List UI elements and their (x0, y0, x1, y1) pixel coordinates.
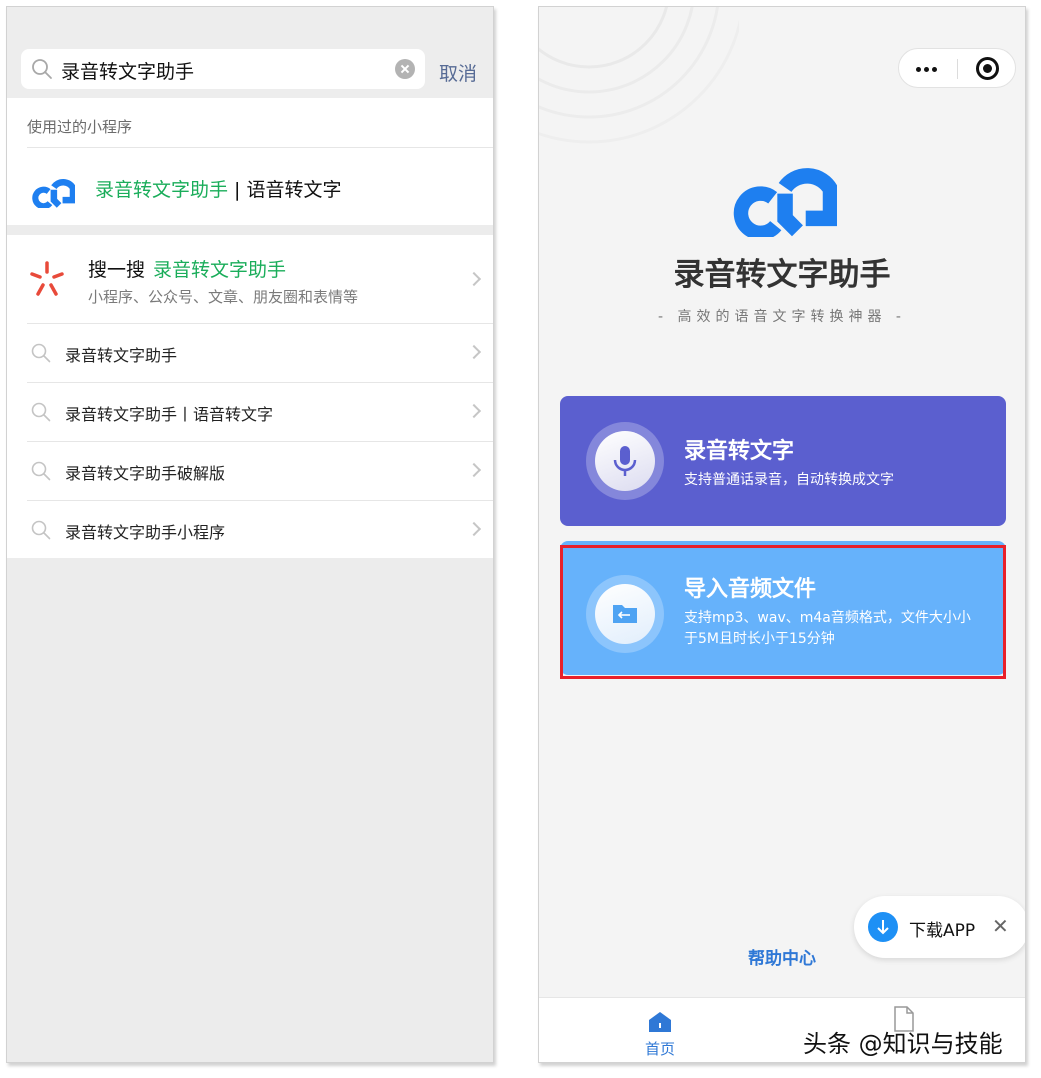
clear-icon[interactable] (395, 59, 415, 79)
microphone-icon (613, 446, 637, 476)
chevron-right-icon (466, 521, 482, 537)
suggestion-text: 录音转文字助手小程序 (65, 523, 226, 542)
souyisou-item[interactable]: 搜一搜 录音转文字助手 小程序、公众号、文章、朋友圈和表情等 (7, 235, 493, 323)
search-query-text: 录音转文字助手 (61, 61, 195, 83)
suggestion-item[interactable]: 录音转文字助手 (7, 323, 493, 382)
app-title: 录音转文字助手 (673, 257, 891, 293)
download-app-label: 下载APP (909, 921, 976, 941)
search-icon (31, 461, 51, 481)
suggestion-text: 录音转文字助手破解版 (65, 464, 226, 483)
used-section-header: 使用过的小程序 (27, 118, 133, 136)
mic-icon-circle (586, 422, 664, 500)
watermark-text: 头条 @知识与技能 (803, 1030, 1003, 1058)
mini-program-home-screen: 录音转文字助手 - 高效的语音文字转换神器 - 录音转文字 支持普通话录音，自动… (538, 6, 1026, 1063)
app-slogan: - 高效的语音文字转换神器 - (657, 309, 906, 325)
suggestion-item[interactable]: 录音转文字助手小程序 (7, 500, 493, 559)
souyisou-icon (30, 261, 64, 296)
divider (27, 323, 493, 324)
search-icon (32, 59, 52, 79)
help-center-link[interactable]: 帮助中心 (539, 944, 1025, 969)
search-results-section: 搜一搜 录音转文字助手 小程序、公众号、文章、朋友圈和表情等 录音转文字助手 录音… (7, 235, 493, 558)
mini-program-name-highlight: 录音转文字助手 (95, 179, 229, 201)
chevron-right-icon (466, 403, 482, 419)
search-icon (31, 520, 51, 540)
highlight-annotation-box (560, 545, 1006, 679)
souyisou-prefix: 搜一搜 (88, 259, 146, 281)
record-card-desc: 支持普通话录音，自动转换成文字 (684, 472, 894, 488)
record-card-title: 录音转文字 (684, 439, 795, 464)
download-icon (868, 912, 898, 942)
record-to-text-card[interactable]: 录音转文字 支持普通话录音，自动转换成文字 (560, 396, 1006, 526)
close-mini-program-icon[interactable] (976, 57, 999, 80)
souyisou-title: 搜一搜 录音转文字助手 (88, 255, 286, 282)
suggestion-item[interactable]: 录音转文字助手丨语音转文字 (7, 382, 493, 441)
chevron-right-icon (466, 271, 482, 287)
chevron-right-icon (466, 344, 482, 360)
close-icon[interactable]: ✕ (992, 914, 1009, 938)
app-logo-icon (32, 179, 75, 208)
souyisou-keyword: 录音转文字助手 (153, 259, 287, 281)
search-input[interactable]: 录音转文字助手 (21, 49, 425, 89)
divider (957, 59, 958, 79)
suggestion-text: 录音转文字助手丨语音转文字 (65, 405, 274, 424)
used-mini-program-name: 录音转文字助手 | 语音转文字 (95, 175, 342, 202)
chevron-right-icon (466, 462, 482, 478)
tab-home[interactable]: 首页 (629, 1006, 691, 1061)
tab-home-label: 首页 (644, 1040, 675, 1058)
app-logo-icon (733, 168, 837, 237)
divider (27, 500, 493, 501)
cancel-button[interactable]: 取消 (439, 59, 477, 86)
search-icon (31, 402, 51, 422)
divider (27, 441, 493, 442)
used-mini-program-item[interactable]: 录音转文字助手 | 语音转文字 (7, 148, 493, 225)
search-header: 录音转文字助手 取消 (7, 7, 493, 98)
home-icon (649, 1012, 671, 1032)
wechat-search-screen: 录音转文字助手 取消 使用过的小程序 录音转文字助手 | 语音转文字 搜一搜 录… (6, 6, 494, 1063)
used-mini-programs-section: 使用过的小程序 录音转文字助手 | 语音转文字 (7, 98, 493, 225)
search-icon (31, 343, 51, 363)
capsule-menu (898, 48, 1016, 88)
divider (27, 382, 493, 383)
background-arcs (539, 7, 739, 144)
suggestion-item[interactable]: 录音转文字助手破解版 (7, 441, 493, 500)
suggestion-text: 录音转文字助手 (65, 346, 178, 365)
souyisou-subtitle: 小程序、公众号、文章、朋友圈和表情等 (88, 288, 359, 306)
mini-program-name-rest: | 语音转文字 (228, 179, 342, 201)
